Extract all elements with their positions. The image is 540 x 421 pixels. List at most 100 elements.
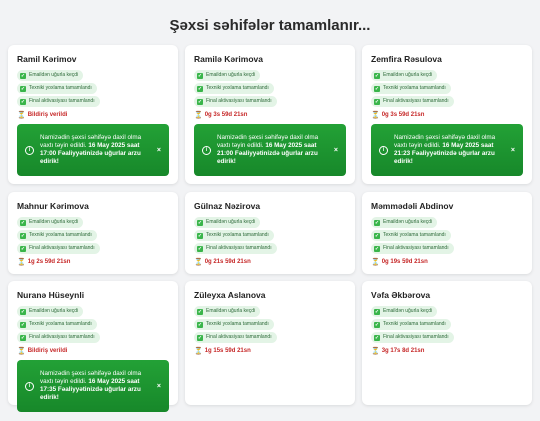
hourglass-icon: ⏳	[194, 112, 203, 119]
step-label: Final aktivasiyası tamamlandı	[29, 245, 95, 251]
step-label: Final aktivasiyası tamamlandı	[206, 334, 272, 340]
step-label: Texniki yoxlama tamamlandı	[29, 85, 92, 91]
check-icon: ✓	[20, 245, 26, 252]
close-icon[interactable]: ×	[157, 383, 161, 390]
step-badge: ✓ Final aktivasiyası tamamlandı	[194, 243, 277, 254]
step-label: Final aktivasiyası tamamlandı	[383, 245, 449, 251]
info-icon: i	[25, 381, 34, 391]
step-badge: ✓ Final aktivasiyası tamamlandı	[371, 243, 454, 254]
step-list: ✓ Emaildən uğurla keçdi ✓ Texniki yoxlama …	[371, 217, 523, 254]
hourglass-icon: ⏳	[17, 348, 26, 355]
candidate-name: Züleyxa Aslanova	[194, 290, 266, 300]
step-label: Emaildən uğurla keçdi	[29, 219, 79, 225]
step-label: Final aktivasiyası tamamlandı	[206, 98, 272, 104]
candidate-name: Zemfira Rəsulova	[371, 54, 442, 64]
step-badge: ✓ Texniki yoxlama tamamlandı	[194, 319, 274, 330]
check-icon: ✓	[374, 85, 380, 92]
step-list: ✓ Emaildən uğurla keçdi ✓ Texniki yoxlama …	[17, 306, 169, 343]
step-label: Texniki yoxlama tamamlandı	[383, 85, 446, 91]
candidate-name: Vəfa Əkbərova	[371, 290, 431, 300]
toast-message: Namizədin şəxsi səhifəyə daxil olma vaxt…	[394, 134, 505, 166]
step-label: Emaildən uğurla keçdi	[206, 308, 256, 314]
step-label: Emaildən uğurla keçdi	[206, 72, 256, 78]
hourglass-icon: ⏳	[371, 112, 380, 119]
step-badge: ✓ Emaildən uğurla keçdi	[194, 217, 261, 228]
step-badge: ✓ Final aktivasiyası tamamlandı	[17, 243, 100, 254]
step-list: ✓ Emaildən uğurla keçdi ✓ Texniki yoxlama …	[17, 217, 169, 254]
check-icon: ✓	[197, 219, 203, 226]
status-line: ⏳ 1g 2s 59d 21sn	[17, 258, 169, 266]
step-badge: ✓ Emaildən uğurla keçdi	[371, 70, 438, 81]
step-label: Emaildən uğurla keçdi	[29, 308, 79, 314]
info-icon: i	[202, 145, 211, 155]
step-label: Texniki yoxlama tamamlandı	[29, 321, 92, 327]
countdown-text: 0g 3s 59d 21sn	[204, 112, 248, 118]
step-badge: ✓ Emaildən uğurla keçdi	[17, 217, 84, 228]
check-icon: ✓	[20, 321, 26, 328]
candidate-card: Nuranə Hüseynli ✓ Emaildən uğurla keçdi ✓…	[8, 281, 178, 412]
check-icon: ✓	[197, 245, 203, 252]
step-badge: ✓ Texniki yoxlama tamamlandı	[371, 319, 451, 330]
countdown-text: 0g 19s 59d 21sn	[381, 259, 428, 265]
candidate-name: Mahnur Kərimova	[17, 201, 89, 211]
check-icon: ✓	[374, 232, 380, 239]
candidate-name: Gülnaz Nəzirova	[194, 201, 261, 211]
step-badge: ✓ Final aktivasiyası tamamlandı	[371, 96, 454, 107]
check-icon: ✓	[374, 72, 380, 79]
close-icon[interactable]: ×	[511, 147, 515, 154]
candidate-card: Gülnaz Nəzirova ✓ Emaildən uğurla keçdi ✓…	[185, 192, 355, 274]
close-icon[interactable]: ×	[334, 147, 338, 154]
status-line: ⏳ 0g 21s 59d 21sn	[194, 258, 346, 266]
step-badge: ✓ Emaildən uğurla keçdi	[194, 306, 261, 317]
step-label: Final aktivasiyası tamamlandı	[206, 245, 272, 251]
status-line: ⏳ 3g 17s 8d 21sn	[371, 347, 523, 355]
step-label: Texniki yoxlama tamamlandı	[29, 232, 92, 238]
check-icon: ✓	[374, 321, 380, 328]
step-badge: ✓ Final aktivasiyası tamamlandı	[194, 96, 277, 107]
step-label: Texniki yoxlama tamamlandı	[206, 85, 269, 91]
toast-message: Namizədin şəxsi səhifəyə daxil olma vaxt…	[40, 370, 151, 402]
check-icon: ✓	[197, 98, 203, 105]
check-icon: ✓	[374, 334, 380, 341]
status-line: ⏳ 0g 3s 59d 21sn	[194, 111, 346, 119]
status-line: ⏳ 0g 19s 59d 21sn	[371, 258, 523, 266]
step-badge: ✓ Final aktivasiyası tamamlandı	[17, 96, 100, 107]
status-line: ⏳ Bildiriş verildi	[17, 347, 169, 355]
step-badge: ✓ Emaildən uğurla keçdi	[194, 70, 261, 81]
check-icon: ✓	[197, 85, 203, 92]
step-label: Final aktivasiyası tamamlandı	[29, 334, 95, 340]
candidate-card: Züleyxa Aslanova ✓ Emaildən uğurla keçdi …	[185, 281, 355, 405]
close-icon[interactable]: ×	[157, 147, 161, 154]
step-badge: ✓ Emaildən uğurla keçdi	[371, 306, 438, 317]
step-label: Texniki yoxlama tamamlandı	[383, 232, 446, 238]
status-text: Bildiriş verildi	[27, 112, 68, 118]
check-icon: ✓	[20, 219, 26, 226]
candidate-grid: Ramil Kərimov ✓ Emaildən uğurla keçdi ✓ Te…	[8, 45, 532, 412]
step-badge: ✓ Texniki yoxlama tamamlandı	[371, 230, 451, 241]
check-icon: ✓	[197, 334, 203, 341]
step-badge: ✓ Texniki yoxlama tamamlandı	[17, 319, 97, 330]
success-toast: i Namizədin şəxsi səhifəyə daxil olma va…	[17, 360, 169, 412]
status-line: ⏳ 0g 3s 59d 21sn	[371, 111, 523, 119]
check-icon: ✓	[20, 98, 26, 105]
step-badge: ✓ Texniki yoxlama tamamlandı	[194, 83, 274, 94]
success-toast: i Namizədin şəxsi səhifəyə daxil olma va…	[17, 124, 169, 176]
status-line: ⏳ 1g 15s 59d 21sn	[194, 347, 346, 355]
status-text: Bildiriş verildi	[27, 348, 68, 354]
check-icon: ✓	[20, 232, 26, 239]
toast-message: Namizədin şəxsi səhifəyə daxil olma vaxt…	[217, 134, 328, 166]
step-list: ✓ Emaildən uğurla keçdi ✓ Texniki yoxlama …	[194, 70, 346, 107]
step-list: ✓ Emaildən uğurla keçdi ✓ Texniki yoxlama …	[17, 70, 169, 107]
check-icon: ✓	[20, 334, 26, 341]
check-icon: ✓	[374, 98, 380, 105]
candidate-card: Məmmədəli Abdinov ✓ Emaildən uğurla keçdi…	[362, 192, 532, 274]
step-badge: ✓ Final aktivasiyası tamamlandı	[194, 332, 277, 343]
page-title: Şəxsi səhifələr tamamlanır...	[169, 17, 371, 34]
candidate-card: Zemfira Rəsulova ✓ Emaildən uğurla keçdi …	[362, 45, 532, 184]
status-line: ⏳ Bildiriş verildi	[17, 111, 169, 119]
hourglass-icon: ⏳	[194, 259, 203, 266]
candidate-card: Ramilə Kərimova ✓ Emaildən uğurla keçdi ✓…	[185, 45, 355, 184]
candidate-name: Ramilə Kərimova	[194, 54, 263, 64]
check-icon: ✓	[20, 308, 26, 315]
candidate-card: Ramil Kərimov ✓ Emaildən uğurla keçdi ✓ Te…	[8, 45, 178, 184]
